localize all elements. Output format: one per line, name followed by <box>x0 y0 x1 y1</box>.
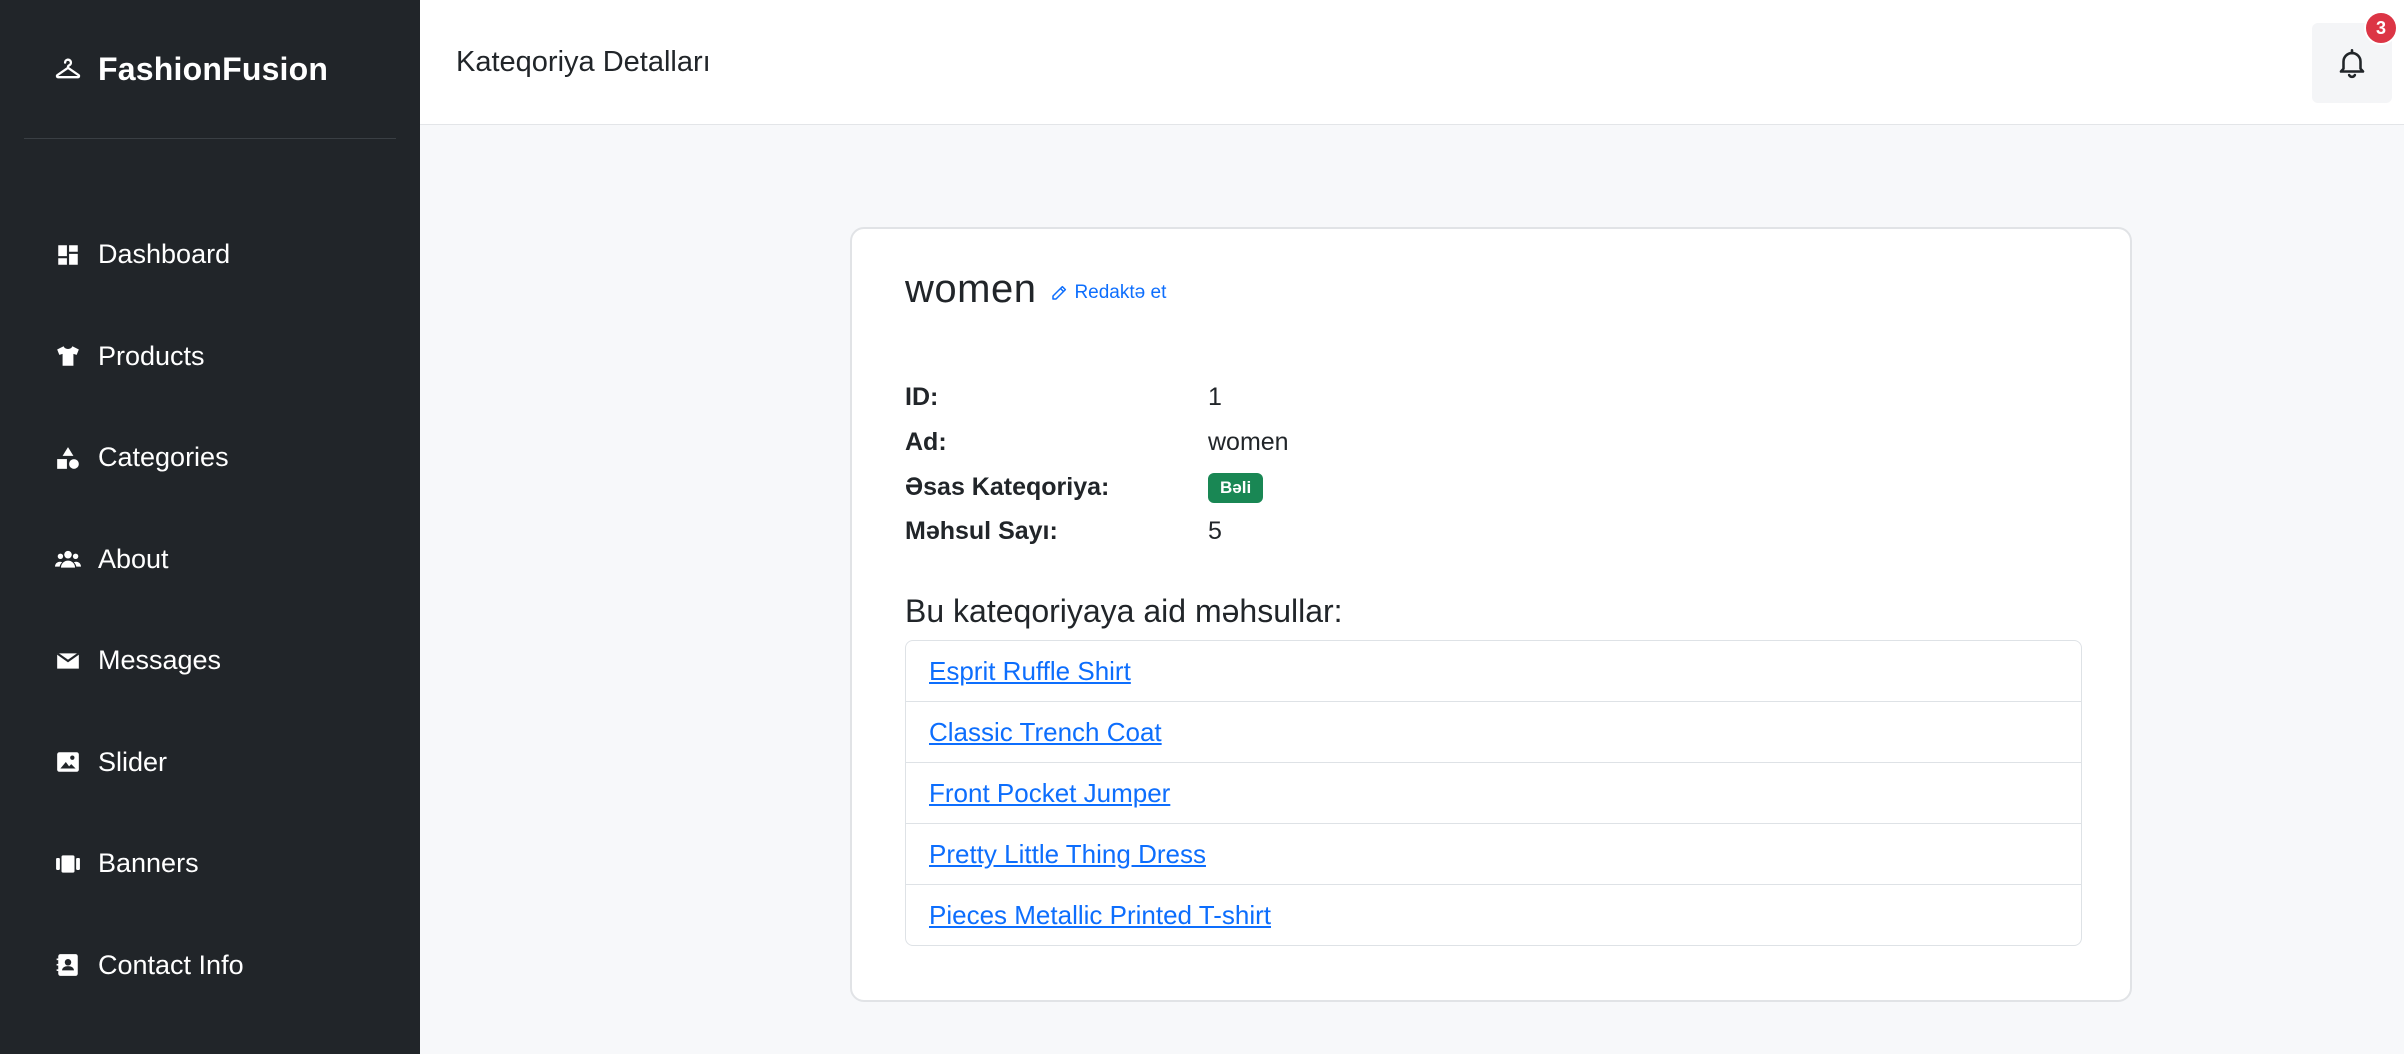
product-link[interactable]: Front Pocket Jumper <box>929 778 1170 809</box>
list-item: Esprit Ruffle Shirt <box>906 641 2081 701</box>
contact-card-icon <box>54 951 82 979</box>
name-value: women <box>1208 428 1289 456</box>
sidebar-item-categories[interactable]: Categories <box>0 407 420 509</box>
sidebar-item-label: Messages <box>98 645 222 676</box>
shirt-icon <box>54 342 82 370</box>
product-list: Esprit Ruffle Shirt Classic Trench Coat … <box>905 640 2082 946</box>
main-category-badge: Bəli <box>1208 472 1264 503</box>
sidebar-item-dashboard[interactable]: Dashboard <box>0 204 420 306</box>
bell-icon <box>2339 48 2365 79</box>
page-title: Kateqoriya Detalları <box>456 45 711 78</box>
card-header: women Redaktə et <box>905 267 2078 337</box>
sidebar-item-label: Dashboard <box>98 239 231 270</box>
brand-name: FashionFusion <box>98 50 329 87</box>
sidebar-item-contact-info[interactable]: Contact Info <box>0 915 420 1017</box>
envelope-icon <box>54 647 82 675</box>
products-section-title: Bu kateqoriyaya aid məhsullar: <box>905 593 1343 629</box>
notifications-button[interactable]: 3 <box>2312 11 2398 103</box>
main-category-label: Əsas Kateqoriya: <box>905 473 1110 501</box>
sidebar-item-label: Products <box>98 340 205 371</box>
sidebar-item-label: Banners <box>98 848 199 879</box>
product-count-value: 5 <box>1208 517 1222 545</box>
shapes-icon <box>54 444 82 472</box>
detail-row-name: Ad: women <box>905 420 2078 465</box>
id-label: ID: <box>905 383 939 411</box>
sidebar-item-banners[interactable]: Banners <box>0 813 420 915</box>
users-icon <box>54 545 82 573</box>
name-label: Ad: <box>905 428 947 456</box>
brand[interactable]: FashionFusion <box>0 0 420 138</box>
image-icon <box>54 748 82 776</box>
banners-icon <box>54 850 82 878</box>
sidebar-item-label: Categories <box>98 442 229 473</box>
edit-link-label: Redaktə et <box>1074 282 1167 303</box>
category-details: ID: 1 Ad: women Əsas Kateqoriya: Bəli Mə… <box>905 375 2078 553</box>
top-bar: Kateqoriya Detalları 3 <box>420 0 2404 125</box>
sidebar-item-messages[interactable]: Messages <box>0 610 420 712</box>
sidebar-item-products[interactable]: Products <box>0 306 420 408</box>
dashboard-icon <box>54 241 82 269</box>
product-count-label: Məhsul Sayı: <box>905 517 1058 545</box>
list-item: Pieces Metallic Printed T-shirt <box>906 884 2081 945</box>
list-item: Front Pocket Jumper <box>906 762 2081 823</box>
list-item: Pretty Little Thing Dress <box>906 823 2081 884</box>
category-name: women <box>905 267 1037 311</box>
product-link[interactable]: Pieces Metallic Printed T-shirt <box>929 900 1271 931</box>
sidebar-divider <box>24 138 396 139</box>
detail-row-main-category: Əsas Kateqoriya: Bəli <box>905 465 2078 510</box>
main-area: Kateqoriya Detalları 3 women Redaktə et <box>420 0 2404 1054</box>
sidebar-nav: Dashboard Products Categories About Mess… <box>0 204 420 1016</box>
pencil-icon <box>1052 285 1067 300</box>
content-area: women Redaktə et ID: 1 Ad: women Əsas Ka… <box>420 125 2404 1054</box>
sidebar-item-label: About <box>98 543 169 574</box>
list-item: Classic Trench Coat <box>906 701 2081 762</box>
edit-category-link[interactable]: Redaktə et <box>1050 282 1166 304</box>
product-link[interactable]: Pretty Little Thing Dress <box>929 839 1206 870</box>
sidebar-item-slider[interactable]: Slider <box>0 712 420 814</box>
sidebar-item-label: Contact Info <box>98 949 244 980</box>
hanger-icon <box>54 55 82 83</box>
detail-row-product-count: Məhsul Sayı: 5 <box>905 510 2078 553</box>
product-link[interactable]: Esprit Ruffle Shirt <box>929 656 1131 687</box>
detail-row-id: ID: 1 <box>905 375 2078 420</box>
sidebar-item-label: Slider <box>98 746 168 777</box>
category-detail-card: women Redaktə et ID: 1 Ad: women Əsas Ka… <box>850 227 2132 1002</box>
sidebar-item-about[interactable]: About <box>0 509 420 611</box>
notification-count-badge: 3 <box>2364 11 2398 45</box>
product-link[interactable]: Classic Trench Coat <box>929 717 1162 748</box>
sidebar: FashionFusion Dashboard Products Categor… <box>0 0 420 1054</box>
app-root: FashionFusion Dashboard Products Categor… <box>0 0 2404 1054</box>
id-value: 1 <box>1208 383 1222 411</box>
